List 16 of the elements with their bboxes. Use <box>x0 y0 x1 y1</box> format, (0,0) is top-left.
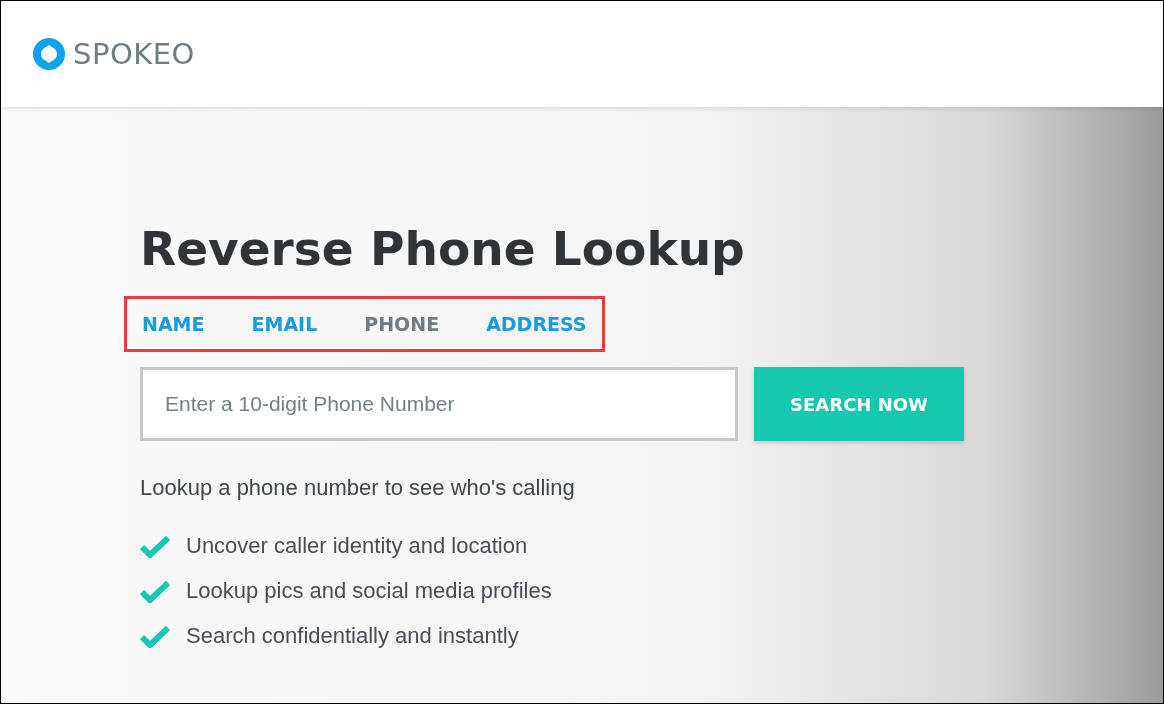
search-tab[interactable]: NAME <box>142 313 205 335</box>
feature-text: Lookup pics and social media profiles <box>186 577 552 604</box>
search-button[interactable]: SEARCH NOW <box>754 367 964 441</box>
subtitle-text: Lookup a phone number to see who's calling <box>140 475 576 501</box>
page-title: Reverse Phone Lookup <box>140 220 746 278</box>
logo-text[interactable]: SPOKEO <box>73 37 195 71</box>
logo-icon[interactable] <box>31 36 67 72</box>
feature-text: Search confidentially and instantly <box>186 622 519 649</box>
search-tab[interactable]: ADDRESS <box>486 313 587 335</box>
search-tab[interactable]: PHONE <box>364 313 440 335</box>
check-icon <box>140 533 170 558</box>
check-icon <box>140 623 170 648</box>
feature-text: Uncover caller identity and location <box>186 532 528 559</box>
search-tab[interactable]: EMAIL <box>251 313 318 335</box>
check-icon <box>140 578 170 603</box>
phone-input-field[interactable]: Enter a 10-digit Phone Number <box>140 367 738 441</box>
